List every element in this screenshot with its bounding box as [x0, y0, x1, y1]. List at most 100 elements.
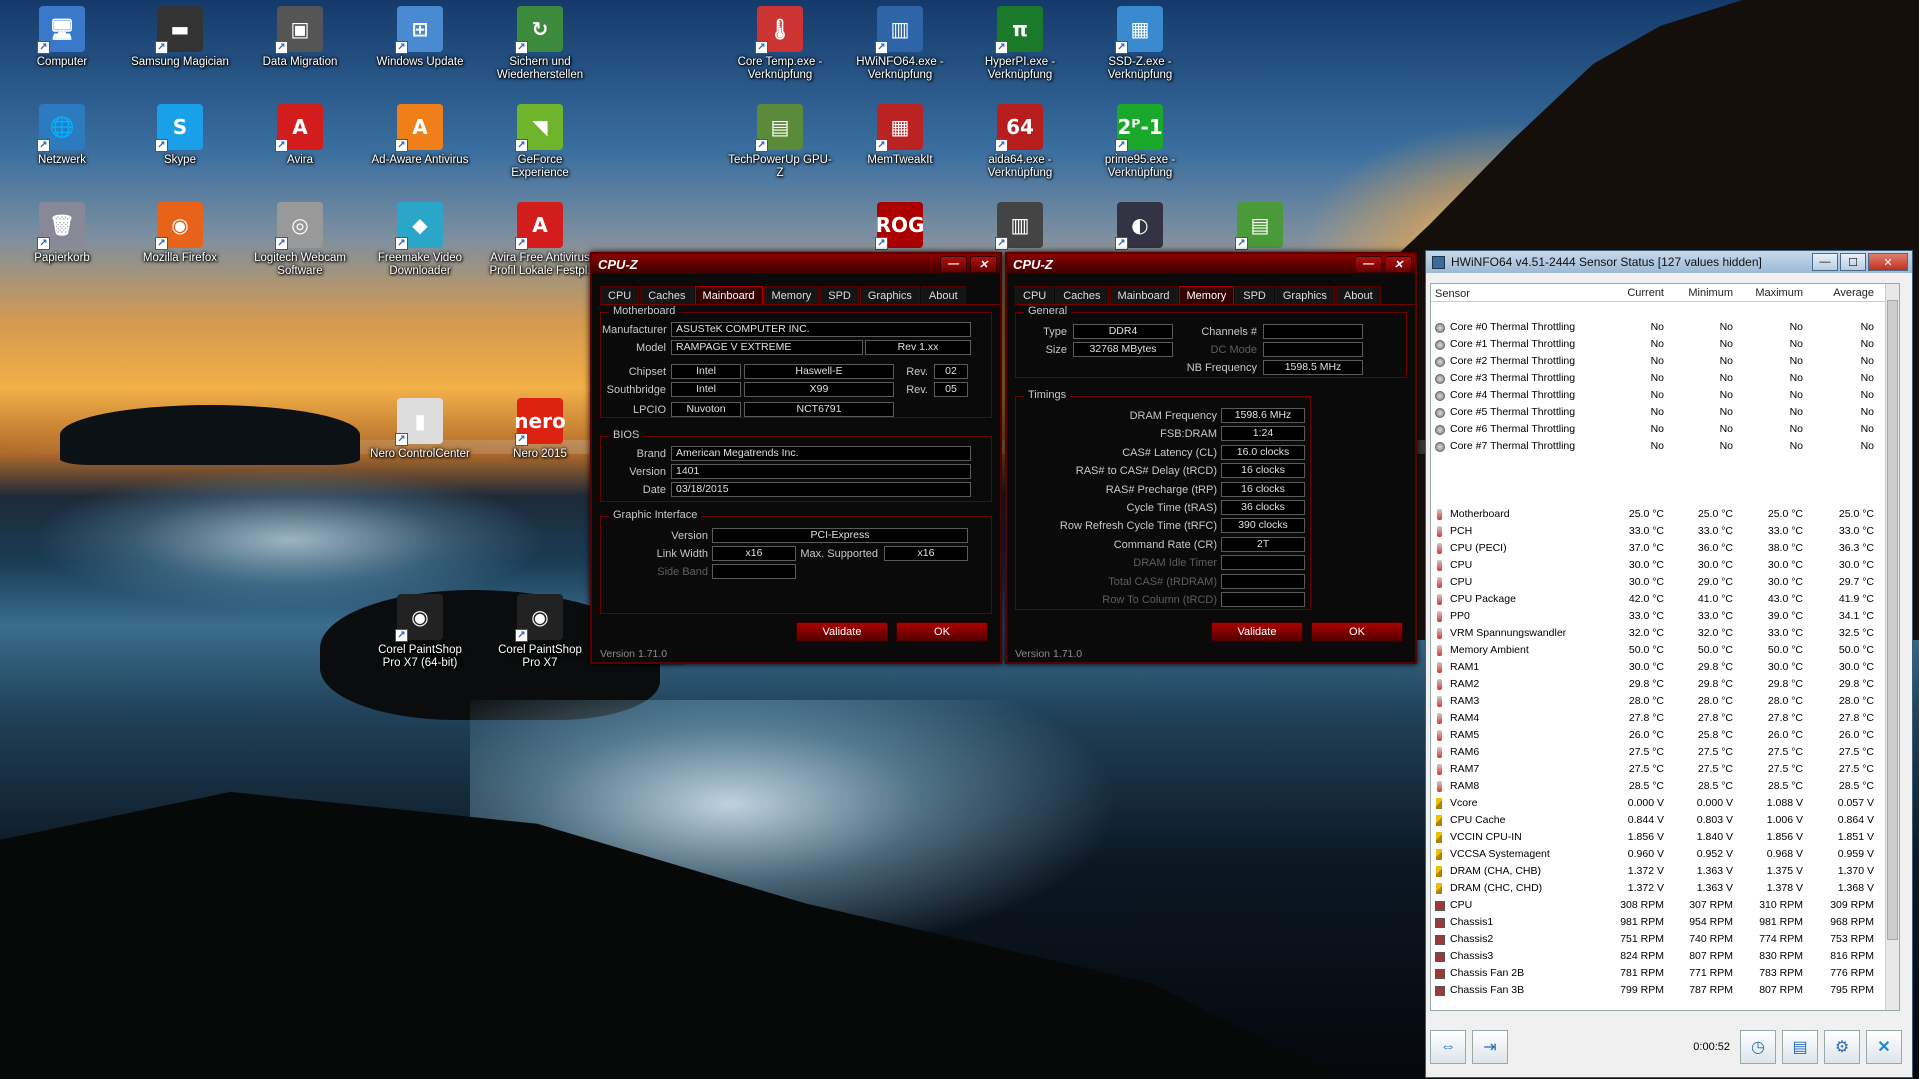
sensor-row[interactable]: Core #2 Thermal Throttling No No No No	[1431, 353, 1899, 370]
tab-about[interactable]: About	[1335, 286, 1381, 304]
scrollbar-thumb[interactable]	[1887, 300, 1898, 940]
sensor-row[interactable]: Chassis3 824 RPM 807 RPM 830 RPM 816 RPM	[1431, 948, 1899, 965]
expand-arrows-icon[interactable]: ⇔	[1430, 1030, 1466, 1064]
sensor-row[interactable]: RAM6 27.5 °C 27.5 °C 27.5 °C 27.5 °C	[1431, 744, 1899, 761]
sensor-list[interactable]: Sensor Current Minimum Maximum Average Core …	[1430, 283, 1900, 1011]
desktop-icon[interactable]: 🌐 ↗ Netzwerk	[10, 104, 114, 167]
cpuz-title-bar[interactable]: CPU-Z — ✕	[1007, 254, 1415, 274]
sensor-row[interactable]: Core #5 Thermal Throttling No No No No	[1431, 404, 1899, 421]
column-header-minimum[interactable]: Minimum	[1664, 284, 1733, 301]
tab-mainboard[interactable]: Mainboard	[694, 286, 763, 304]
sensor-row[interactable]: Memory Ambient 50.0 °C 50.0 °C 50.0 °C 50.0 …	[1431, 642, 1899, 659]
desktop-icon[interactable]: 64 ↗ aida64.exe - Verknüpfung	[968, 104, 1072, 180]
desktop-icon[interactable]: ROG ↗	[848, 202, 952, 252]
tab-caches[interactable]: Caches	[640, 286, 694, 304]
tab-cpu[interactable]: CPU	[600, 286, 640, 304]
desktop-icon[interactable]: 🗑 ↗ Papierkorb	[10, 202, 114, 265]
settings-icon[interactable]: ⚙	[1824, 1030, 1860, 1064]
sensor-row[interactable]: Core #6 Thermal Throttling No No No No	[1431, 421, 1899, 438]
sensor-row[interactable]: CPU Package 42.0 °C 41.0 °C 43.0 °C 41.9 °C	[1431, 591, 1899, 608]
desktop-icon[interactable]: ▥ ↗ HWiNFO64.exe - Verknüpfung	[848, 6, 952, 82]
sensor-row[interactable]	[1431, 302, 1899, 319]
desktop-icon[interactable]: ▤ ↗	[1208, 202, 1312, 252]
tab-graphics[interactable]: Graphics	[859, 286, 920, 304]
sensor-row[interactable]: CPU (PECI) 37.0 °C 36.0 °C 38.0 °C 36.3 °C	[1431, 540, 1899, 557]
tab-memory[interactable]: Memory	[763, 286, 820, 304]
desktop-icon[interactable]: S ↗ Skype	[128, 104, 232, 167]
desktop-icon[interactable]: ▬ ↗ Samsung Magician	[128, 6, 232, 69]
desktop-icon[interactable]: ◐ ↗	[1088, 202, 1192, 252]
tab-graphics[interactable]: Graphics	[1274, 286, 1335, 304]
desktop-icon[interactable]: π ↗ HyperPI.exe - Verknüpfung	[968, 6, 1072, 82]
validate-button[interactable]: Validate	[1211, 622, 1303, 642]
sensor-row[interactable]: RAM8 28.5 °C 28.5 °C 28.5 °C 28.5 °C	[1431, 778, 1899, 795]
sensor-row[interactable]: Chassis Fan 3B 799 RPM 787 RPM 807 RPM 795 R…	[1431, 982, 1899, 999]
desktop-icon[interactable]: ↻ ↗ Sichern und Wiederherstellen	[488, 6, 592, 82]
sensor-row[interactable]: Core #1 Thermal Throttling No No No No	[1431, 336, 1899, 353]
sensor-row[interactable]: Vcore 0.000 V 0.000 V 1.088 V 0.057 V	[1431, 795, 1899, 812]
sensor-row[interactable]: VCCSA Systemagent 0.960 V 0.952 V 0.968 V 0.…	[1431, 846, 1899, 863]
sensor-row[interactable]: RAM5 26.0 °C 25.8 °C 26.0 °C 26.0 °C	[1431, 727, 1899, 744]
sensor-row[interactable]: CPU Cache 0.844 V 0.803 V 1.006 V 0.864 V	[1431, 812, 1899, 829]
sensor-row[interactable]: Chassis Fan 2B 781 RPM 771 RPM 783 RPM 776 R…	[1431, 965, 1899, 982]
sensor-row[interactable]: RAM4 27.8 °C 27.8 °C 27.8 °C 27.8 °C	[1431, 710, 1899, 727]
column-header-sensor[interactable]: Sensor	[1431, 284, 1594, 301]
hwinfo-title-bar[interactable]: HWiNFO64 v4.51-2444 Sensor Status [127 v…	[1426, 251, 1912, 273]
sensor-row[interactable]: DRAM (CHA, CHB) 1.372 V 1.363 V 1.375 V 1.37…	[1431, 863, 1899, 880]
ok-button[interactable]: OK	[896, 622, 988, 642]
desktop-icon[interactable]: ▣ ↗ Data Migration	[248, 6, 352, 69]
column-header-maximum[interactable]: Maximum	[1733, 284, 1803, 301]
sensor-row[interactable]: Chassis1 981 RPM 954 RPM 981 RPM 968 RPM	[1431, 914, 1899, 931]
close-button[interactable]: ✕	[1385, 255, 1412, 273]
desktop-icon[interactable]: A ↗ Avira Free Antivirus Profil Lokale Fes…	[488, 202, 592, 278]
sensor-row[interactable]: CPU 308 RPM 307 RPM 310 RPM 309 RPM	[1431, 897, 1899, 914]
desktop-icon[interactable]: nero ↗ Nero 2015	[488, 398, 592, 461]
desktop-icon[interactable]: 🖥 ↗ Computer	[10, 6, 114, 69]
tab-cpu[interactable]: CPU	[1015, 286, 1055, 304]
tab-caches[interactable]: Caches	[1055, 286, 1109, 304]
desktop-icon[interactable]: ◆ ↗ Freemake Video Downloader	[368, 202, 472, 278]
desktop-icon[interactable]: 2ᴾ-1 ↗ prime95.exe - Verknüpfung	[1088, 104, 1192, 180]
validate-button[interactable]: Validate	[796, 622, 888, 642]
sensor-list-scrollbar[interactable]	[1885, 284, 1899, 1010]
close-button[interactable]: ✕	[1868, 253, 1908, 271]
desktop-icon[interactable]: ◥ ↗ GeForce Experience	[488, 104, 592, 180]
ok-button[interactable]: OK	[1311, 622, 1403, 642]
sensor-row[interactable]: Core #4 Thermal Throttling No No No No	[1431, 387, 1899, 404]
desktop-icon[interactable]: ▥ ↗	[968, 202, 1072, 252]
sensor-row[interactable]: CPU 30.0 °C 29.0 °C 30.0 °C 29.7 °C	[1431, 574, 1899, 591]
desktop-icon[interactable]: ▤ ↗ TechPowerUp GPU-Z	[728, 104, 832, 180]
tab-spd[interactable]: SPD	[820, 286, 859, 304]
tab-about[interactable]: About	[920, 286, 966, 304]
sensor-row[interactable]: DRAM (CHC, CHD) 1.372 V 1.363 V 1.378 V 1.36…	[1431, 880, 1899, 897]
close-button[interactable]: ✕	[970, 255, 997, 273]
collapse-arrows-icon[interactable]: ⇥	[1472, 1030, 1508, 1064]
logging-icon[interactable]: ▤	[1782, 1030, 1818, 1064]
maximize-button[interactable]: ☐	[1840, 253, 1866, 271]
desktop-icon[interactable]: 🌡 ↗ Core Temp.exe - Verknüpfung	[728, 6, 832, 82]
sensor-row[interactable]: RAM3 28.0 °C 28.0 °C 28.0 °C 28.0 °C	[1431, 693, 1899, 710]
column-header-average[interactable]: Average	[1803, 284, 1874, 301]
desktop-icon[interactable]: ▦ ↗ SSD-Z.exe - Verknüpfung	[1088, 6, 1192, 82]
clock-icon[interactable]: ◷	[1740, 1030, 1776, 1064]
sensor-row[interactable]: Chassis2 751 RPM 740 RPM 774 RPM 753 RPM	[1431, 931, 1899, 948]
desktop-icon[interactable]: ⊞ ↗ Windows Update	[368, 6, 472, 69]
desktop-icon[interactable]: ◉ ↗ Mozilla Firefox	[128, 202, 232, 265]
desktop-icon[interactable]: ▮ ↗ Nero ControlCenter	[368, 398, 472, 461]
desktop-icon[interactable]: ◉ ↗ Corel PaintShop Pro X7 (64-bit)	[368, 594, 472, 670]
sensor-row[interactable]: Core #0 Thermal Throttling No No No No	[1431, 319, 1899, 336]
sensor-row[interactable]: RAM1 30.0 °C 29.8 °C 30.0 °C 30.0 °C	[1431, 659, 1899, 676]
sensor-row[interactable]: Core #7 Thermal Throttling No No No No	[1431, 438, 1899, 455]
column-header-current[interactable]: Current	[1594, 284, 1664, 301]
minimize-button[interactable]: —	[1355, 255, 1382, 273]
minimize-button[interactable]: —	[1812, 253, 1838, 271]
sensor-row[interactable]	[1431, 472, 1899, 489]
sensor-row[interactable]: PP0 33.0 °C 33.0 °C 39.0 °C 34.1 °C	[1431, 608, 1899, 625]
sensor-row[interactable]: CPU 30.0 °C 30.0 °C 30.0 °C 30.0 °C	[1431, 557, 1899, 574]
sensor-row[interactable]: VCCIN CPU-IN 1.856 V 1.840 V 1.856 V 1.851 V	[1431, 829, 1899, 846]
sensor-row[interactable]	[1431, 455, 1899, 472]
desktop-icon[interactable]: ◎ ↗ Logitech Webcam Software	[248, 202, 352, 278]
cpuz-title-bar[interactable]: CPU-Z — ✕	[592, 254, 1000, 274]
minimize-button[interactable]: —	[940, 255, 967, 273]
tab-memory[interactable]: Memory	[1178, 286, 1235, 304]
